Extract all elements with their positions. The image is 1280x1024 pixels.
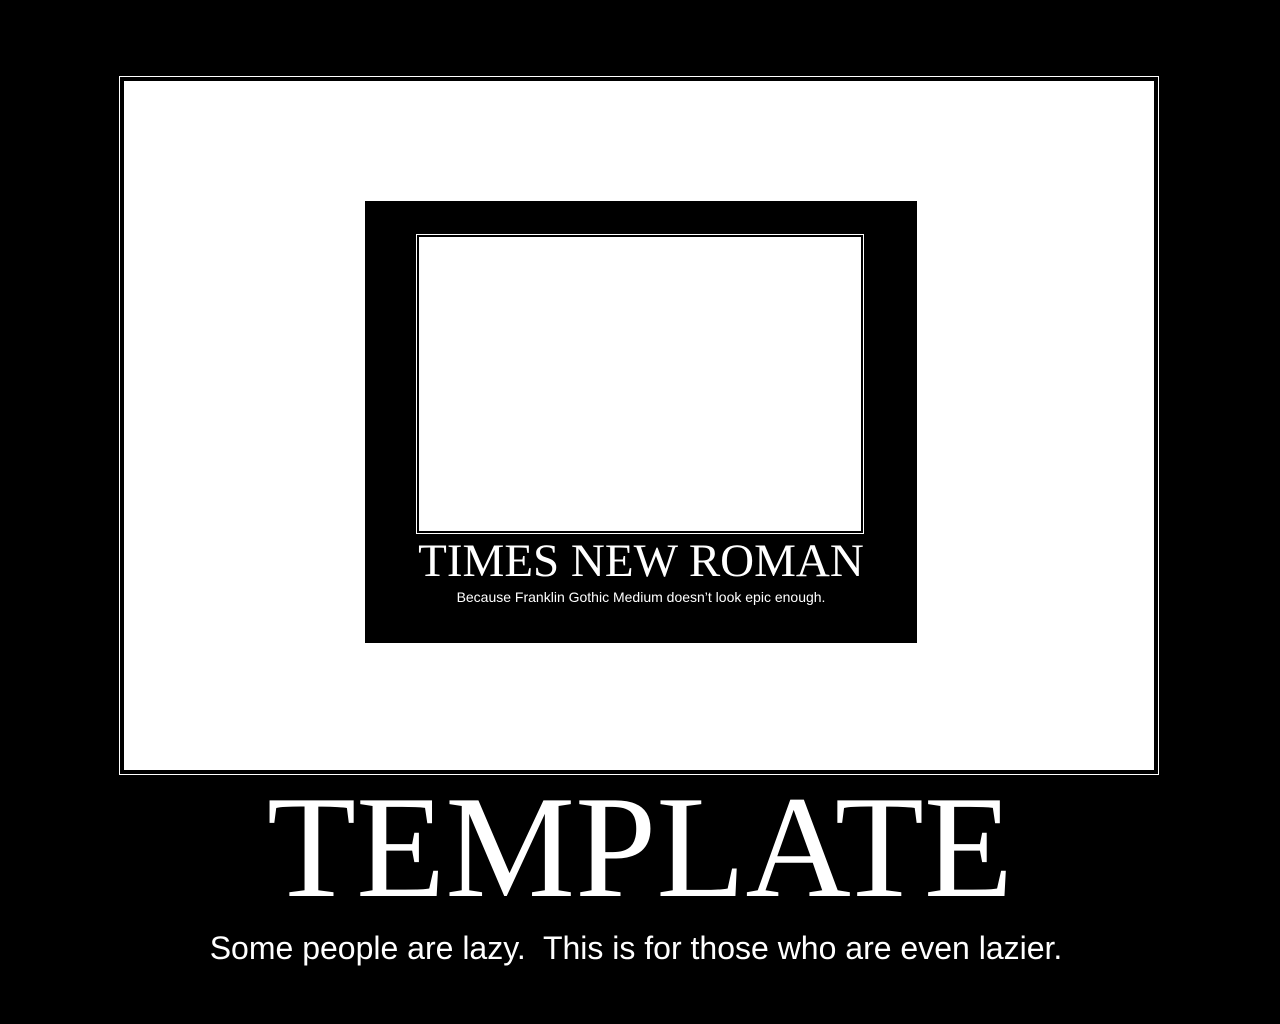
inner-picture-area [419, 237, 861, 531]
inner-poster-title: TIMES NEW ROMAN [418, 535, 864, 587]
poster-title: TEMPLATE [266, 766, 1014, 928]
inner-picture-frame [416, 234, 864, 534]
inner-poster-caption: Because Franklin Gothic Medium doesn’t l… [456, 589, 826, 605]
poster-caption: Some people are lazy. This is for those … [209, 930, 1063, 966]
inner-poster: TIMES NEW ROMAN Because Franklin Gothic … [365, 201, 917, 643]
motivational-poster: TIMES NEW ROMAN Because Franklin Gothic … [0, 0, 1280, 1024]
